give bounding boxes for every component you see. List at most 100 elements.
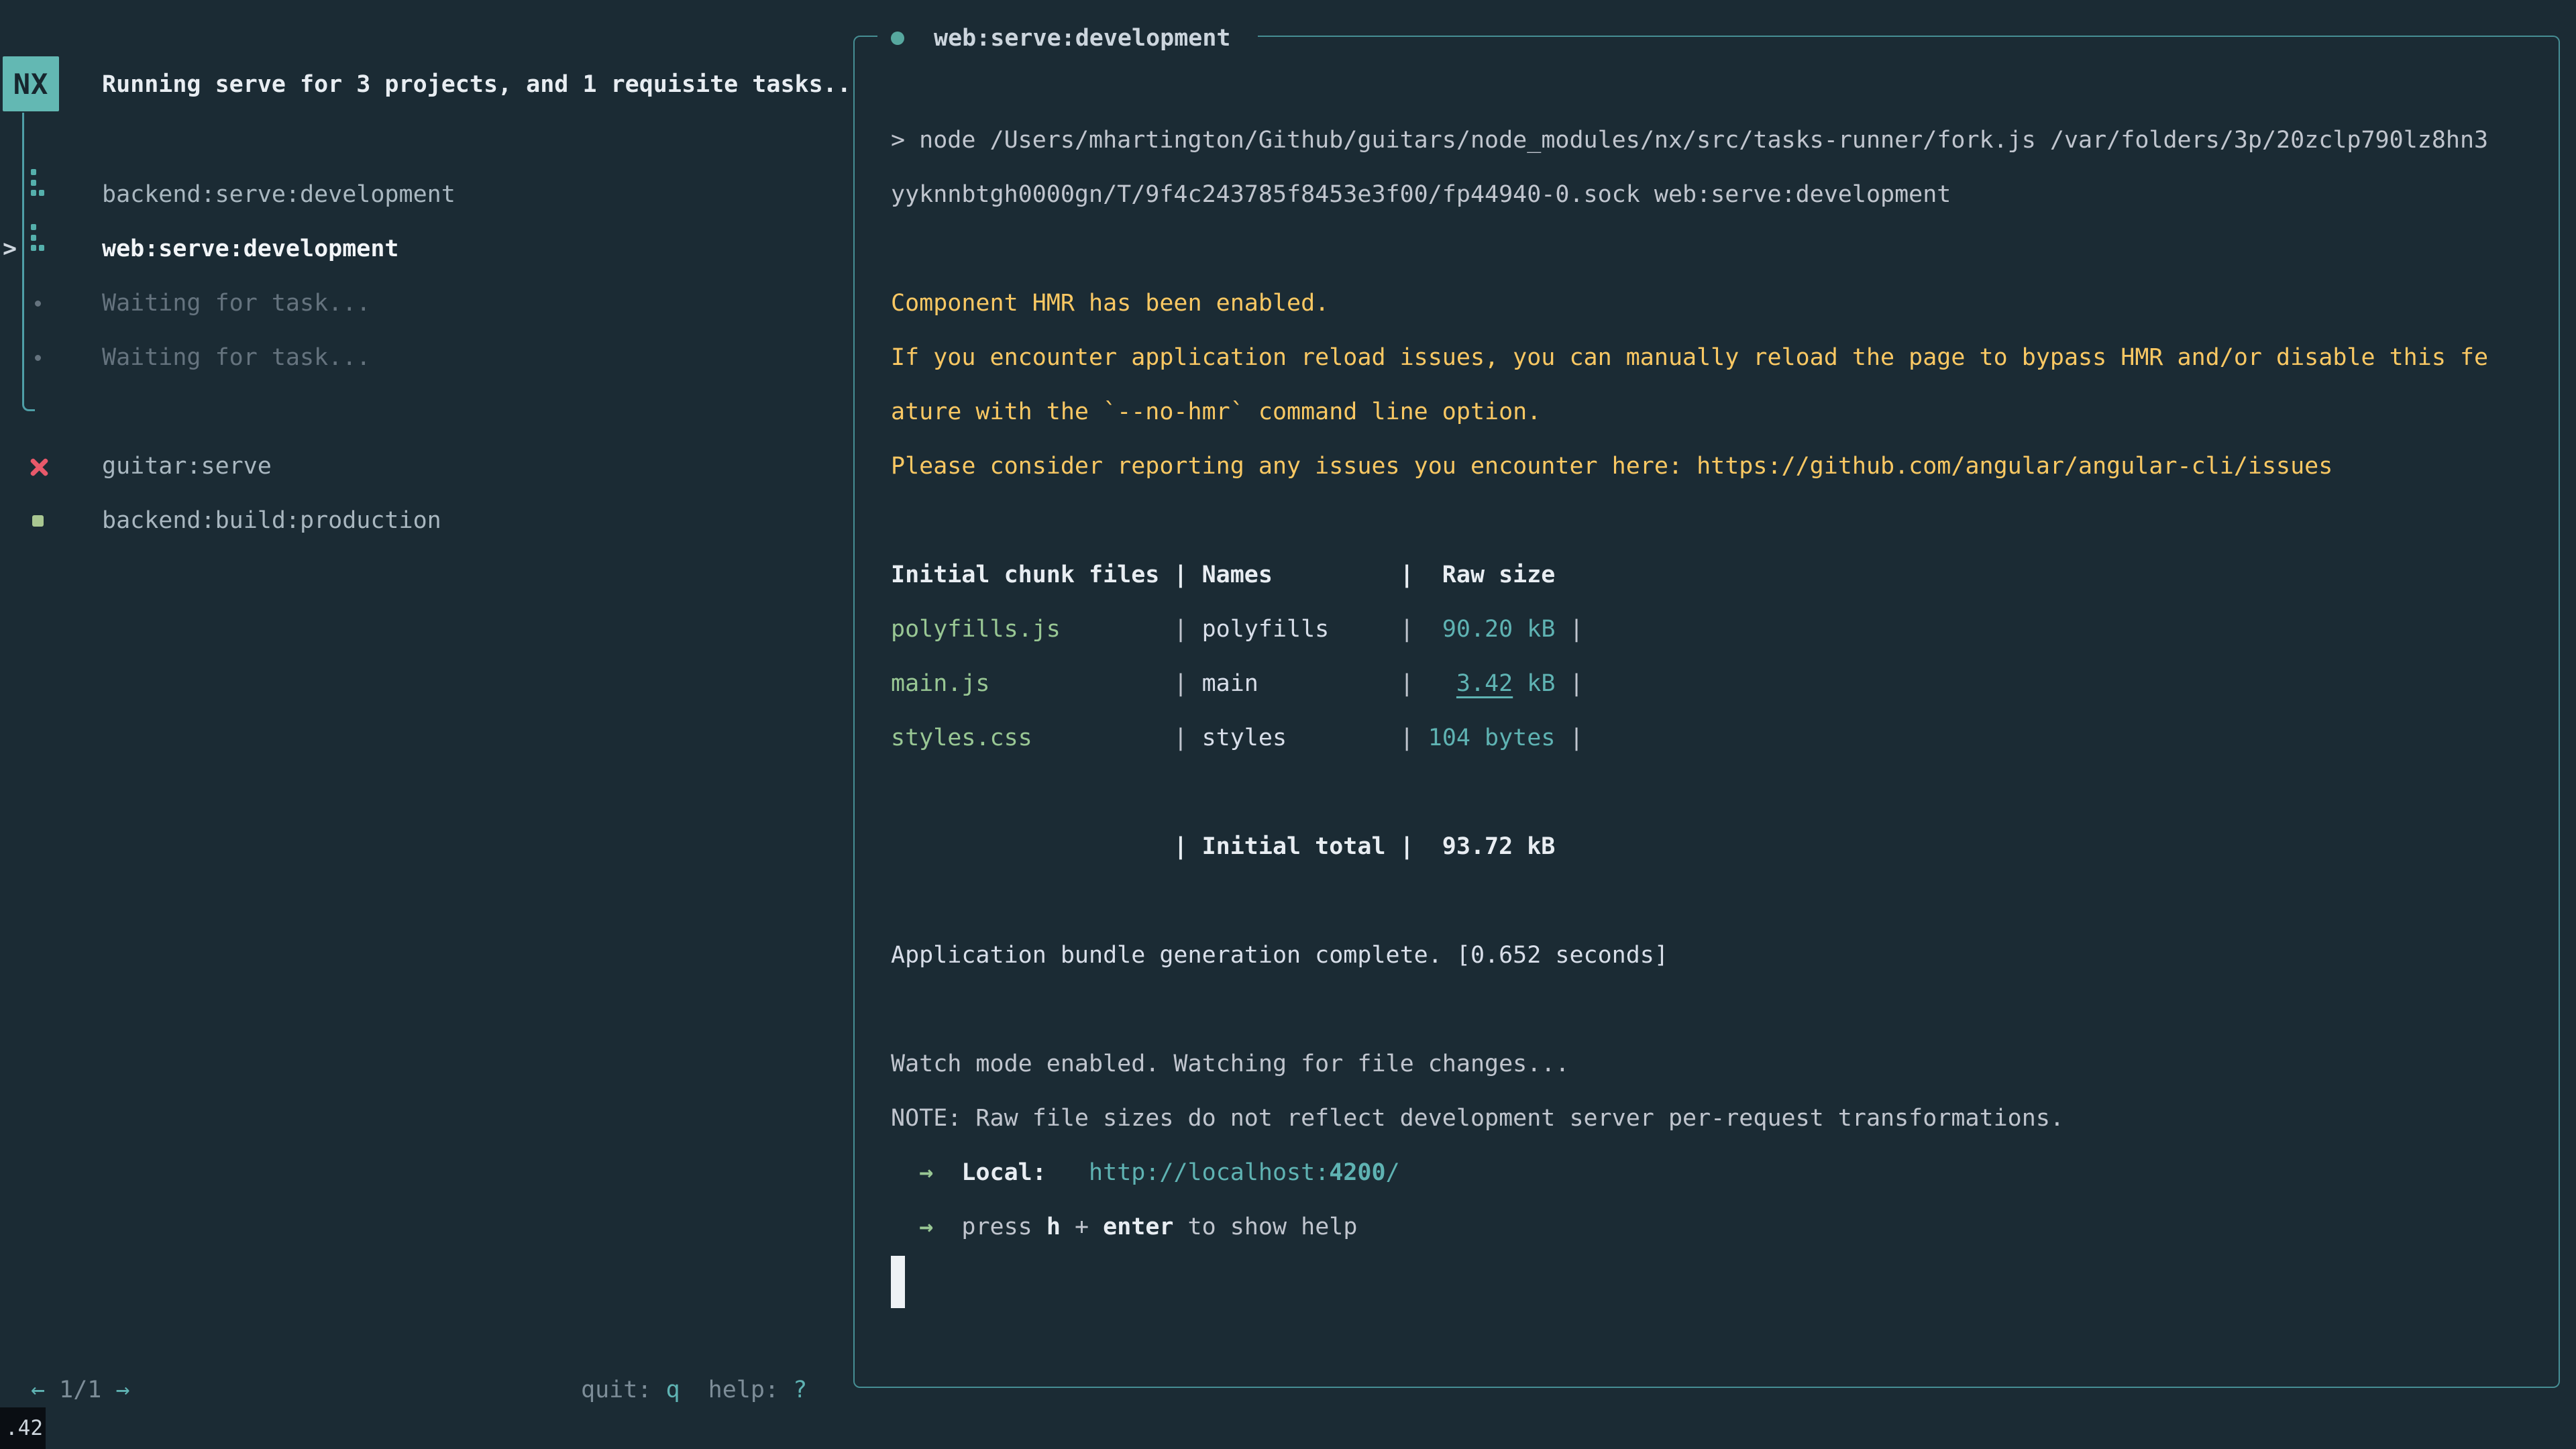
terminal-line: Please consider reporting any issues you… — [891, 439, 2545, 494]
cross-icon — [29, 458, 49, 478]
terminal-text: polyfills.js — [891, 616, 1061, 643]
terminal-text: to show help — [1173, 1214, 1357, 1240]
terminal-text: node /Users/mhartington/Github/guitars/n… — [919, 127, 2488, 154]
terminal-text: styles.css — [891, 724, 1032, 751]
task-pager[interactable]: ← 1/1 → — [31, 1363, 130, 1417]
terminal-cursor — [891, 1256, 905, 1308]
terminal-line: styles.css | styles | 104 bytes | — [891, 711, 2545, 765]
corner-overlay-badge: .42 — [0, 1407, 46, 1449]
terminal-line — [891, 874, 2545, 928]
terminal-text: 3.42 — [1456, 670, 1513, 697]
terminal-text: | — [1555, 670, 1583, 697]
terminal-text: 104 bytes — [1428, 724, 1556, 751]
terminal-text: press — [961, 1214, 1046, 1240]
nx-logo-badge: NX — [3, 56, 59, 111]
arrow-right-icon: → — [919, 1159, 933, 1186]
spinner-icon — [31, 224, 44, 251]
terminal-text: main — [1202, 670, 1258, 697]
terminal-text — [1428, 670, 1456, 697]
task-row-waiting: Waiting for task... — [102, 331, 370, 385]
terminal-text: | — [1329, 616, 1428, 643]
terminal-line — [891, 1254, 2545, 1309]
terminal-line — [891, 494, 2545, 548]
terminal-line: Application bundle generation complete. … — [891, 928, 2545, 983]
terminal-text: | — [1287, 724, 1428, 751]
square-icon — [32, 515, 44, 527]
runner-status-heading: Running serve for 3 projects, and 1 requ… — [102, 58, 851, 112]
terminal-line: → press h + enter to show help — [891, 1200, 2545, 1254]
arrow-left-icon[interactable]: ← — [31, 1377, 45, 1403]
terminal-text: h — [1046, 1214, 1061, 1240]
arrow-right-icon[interactable]: → — [115, 1377, 129, 1403]
help-hint-label: help: — [680, 1377, 794, 1403]
dot-icon — [35, 355, 41, 361]
terminal-line: main.js | main | 3.42 kB | — [891, 657, 2545, 711]
task-row-web-serve-selected: web:serve:development — [102, 222, 399, 276]
terminal-text: > — [891, 127, 919, 154]
terminal-line: → Local: http://localhost:4200/ — [891, 1146, 2545, 1200]
task-row-backend-serve: backend:serve:development — [102, 168, 455, 222]
selected-task-pointer-icon: > — [3, 222, 17, 276]
terminal-text: styles — [1202, 724, 1287, 751]
arrow-right-icon: → — [919, 1214, 933, 1240]
terminal-line: Initial chunk files | Names | Raw size — [891, 548, 2545, 602]
terminal-line: Component HMR has been enabled. — [891, 276, 2545, 331]
terminal-text: | Initial total | 93.72 kB — [891, 833, 1555, 860]
terminal-line — [891, 983, 2545, 1037]
terminal-line — [891, 222, 2545, 276]
keyboard-hints: quit: q help: ? — [581, 1363, 807, 1417]
terminal-text: | — [1555, 616, 1583, 643]
task-row-waiting: Waiting for task... — [102, 276, 370, 331]
quit-hint-label: quit: — [581, 1377, 665, 1403]
local-url-link[interactable]: / — [1386, 1159, 1400, 1186]
terminal-line: yyknnbtgh0000gn/T/9f4c243785f8453e3f00/f… — [891, 168, 2545, 222]
terminal-text: Local: — [961, 1159, 1046, 1186]
terminal-line: Watch mode enabled. Watching for file ch… — [891, 1037, 2545, 1091]
spinner-icon — [31, 169, 44, 196]
terminal-output: > node /Users/mhartington/Github/guitars… — [891, 113, 2545, 1309]
terminal-line: ature with the `--no-hmr` command line o… — [891, 385, 2545, 439]
quit-key: q — [665, 1377, 680, 1403]
terminal-text: Watch mode enabled. Watching for file ch… — [891, 1051, 1569, 1077]
terminal-text — [933, 1214, 961, 1240]
panel-title-label: web:serve:development — [934, 25, 1231, 52]
terminal-text: | — [990, 670, 1202, 697]
local-url-link[interactable]: 4200 — [1329, 1159, 1385, 1186]
terminal-text: | — [1555, 724, 1583, 751]
status-dot-icon — [891, 32, 904, 45]
terminal-text: 90.20 kB — [1428, 616, 1556, 643]
terminal-text: Component HMR has been enabled. — [891, 290, 1329, 317]
terminal-text: enter — [1103, 1214, 1173, 1240]
task-sidebar: NX Running serve for 3 projects, and 1 r… — [0, 0, 853, 1449]
task-row-backend-build-succeeded: backend:build:production — [102, 494, 441, 548]
terminal-text: yyknnbtgh0000gn/T/9f4c243785f8453e3f00/f… — [891, 181, 1951, 208]
terminal-text: Please consider reporting any issues you… — [891, 453, 2332, 480]
terminal-text — [933, 1159, 961, 1186]
dot-icon — [35, 301, 41, 307]
terminal-text: + — [1061, 1214, 1103, 1240]
terminal-text: kB — [1513, 670, 1555, 697]
local-url-link[interactable]: http://localhost: — [1089, 1159, 1329, 1186]
task-group-bracket — [22, 113, 35, 411]
terminal-line: polyfills.js | polyfills | 90.20 kB | — [891, 602, 2545, 657]
terminal-text — [891, 1159, 919, 1186]
terminal-text: | — [1061, 616, 1202, 643]
terminal-line — [891, 765, 2545, 820]
help-key: ? — [793, 1377, 807, 1403]
terminal-text: ature with the `--no-hmr` command line o… — [891, 398, 1541, 425]
terminal-text — [1046, 1159, 1089, 1186]
terminal-line: NOTE: Raw file sizes do not reflect deve… — [891, 1091, 2545, 1146]
terminal-text: | — [1258, 670, 1428, 697]
terminal-text: Initial chunk files | Names | Raw size — [891, 561, 1555, 588]
terminal-text — [891, 1214, 919, 1240]
terminal-text: polyfills — [1202, 616, 1330, 643]
terminal-text: main.js — [891, 670, 990, 697]
terminal-line: If you encounter application reload issu… — [891, 331, 2545, 385]
terminal-line: > node /Users/mhartington/Github/guitars… — [891, 113, 2545, 168]
panel-title: web:serve:development — [877, 18, 1258, 58]
terminal-text: NOTE: Raw file sizes do not reflect deve… — [891, 1105, 2064, 1132]
pager-label: 1/1 — [45, 1377, 115, 1403]
terminal-text: | — [1032, 724, 1202, 751]
task-output-panel: web:serve:development > node /Users/mhar… — [853, 36, 2560, 1388]
terminal-line: | Initial total | 93.72 kB — [891, 820, 2545, 874]
